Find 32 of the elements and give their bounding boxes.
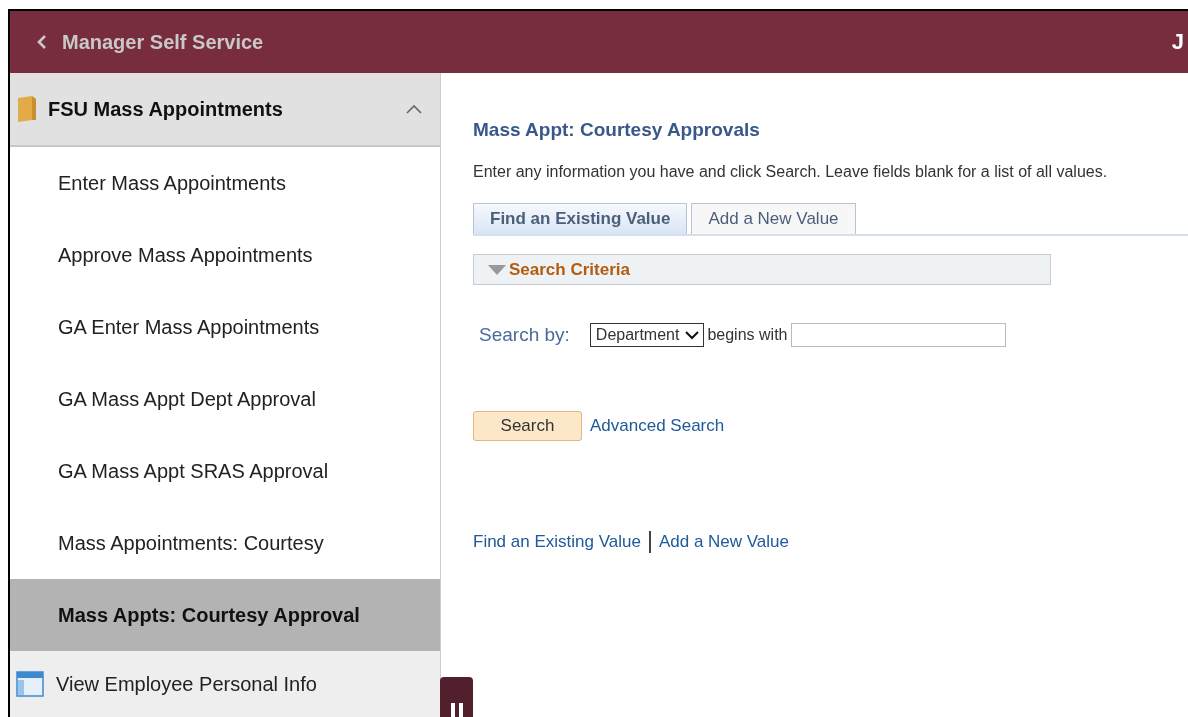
sidebar-item[interactable]: GA Enter Mass Appointments [10,291,440,363]
search-input-field[interactable] [791,323,1007,347]
triangle-icon [488,264,506,275]
search-criteria-bar[interactable]: Search Criteria [473,254,1051,285]
sidebar-item[interactable]: GA Mass Appt Dept Approval [10,363,440,435]
sidebar-item[interactable]: Enter Mass Appointments [10,147,440,219]
caret-icon [685,330,700,340]
sidebar-item[interactable]: Approve Mass Appointments [10,219,440,291]
sidebar-item[interactable]: GA Mass Appt SRAS Approval [10,435,440,507]
folder-icon [16,94,38,124]
search-by-label: Search by: [479,324,570,346]
back-button[interactable]: Manager Self Service [10,30,264,54]
operator-label: begins with [707,326,788,344]
search-button[interactable]: Search [473,411,582,441]
back-icon [36,34,48,50]
instructions: Enter any information you have and click Search. Leave fields blank for a list of all values. [473,163,1109,181]
tab[interactable]: Add a New Value [691,203,856,234]
advanced-search-link[interactable]: Advanced Search [590,416,725,436]
window-icon [16,671,44,697]
bottom-link[interactable]: Find an Existing Value [473,532,641,552]
tab[interactable]: Find an Existing Value [473,203,688,234]
sidebar-item[interactable]: Mass Appointments: Courtesy [10,507,440,579]
bottom-link[interactable]: Add a New Value [658,532,789,552]
group-label: FSU Mass Appointments [48,97,284,121]
user-initial: J [1171,29,1184,55]
search-by-dropdown[interactable]: Department [589,323,705,347]
sidebar-item[interactable]: Mass Appts: Courtesy Approval [10,579,440,651]
sidebar-group-header[interactable]: FSU Mass Appointments [10,73,440,147]
page-title: Mass Appt: Courtesy Approvals [473,119,761,141]
sidebar-toggle-button[interactable] [440,677,473,717]
sidebar-item[interactable]: View Employee Personal Info [10,651,440,717]
chevron-icon [406,104,422,114]
